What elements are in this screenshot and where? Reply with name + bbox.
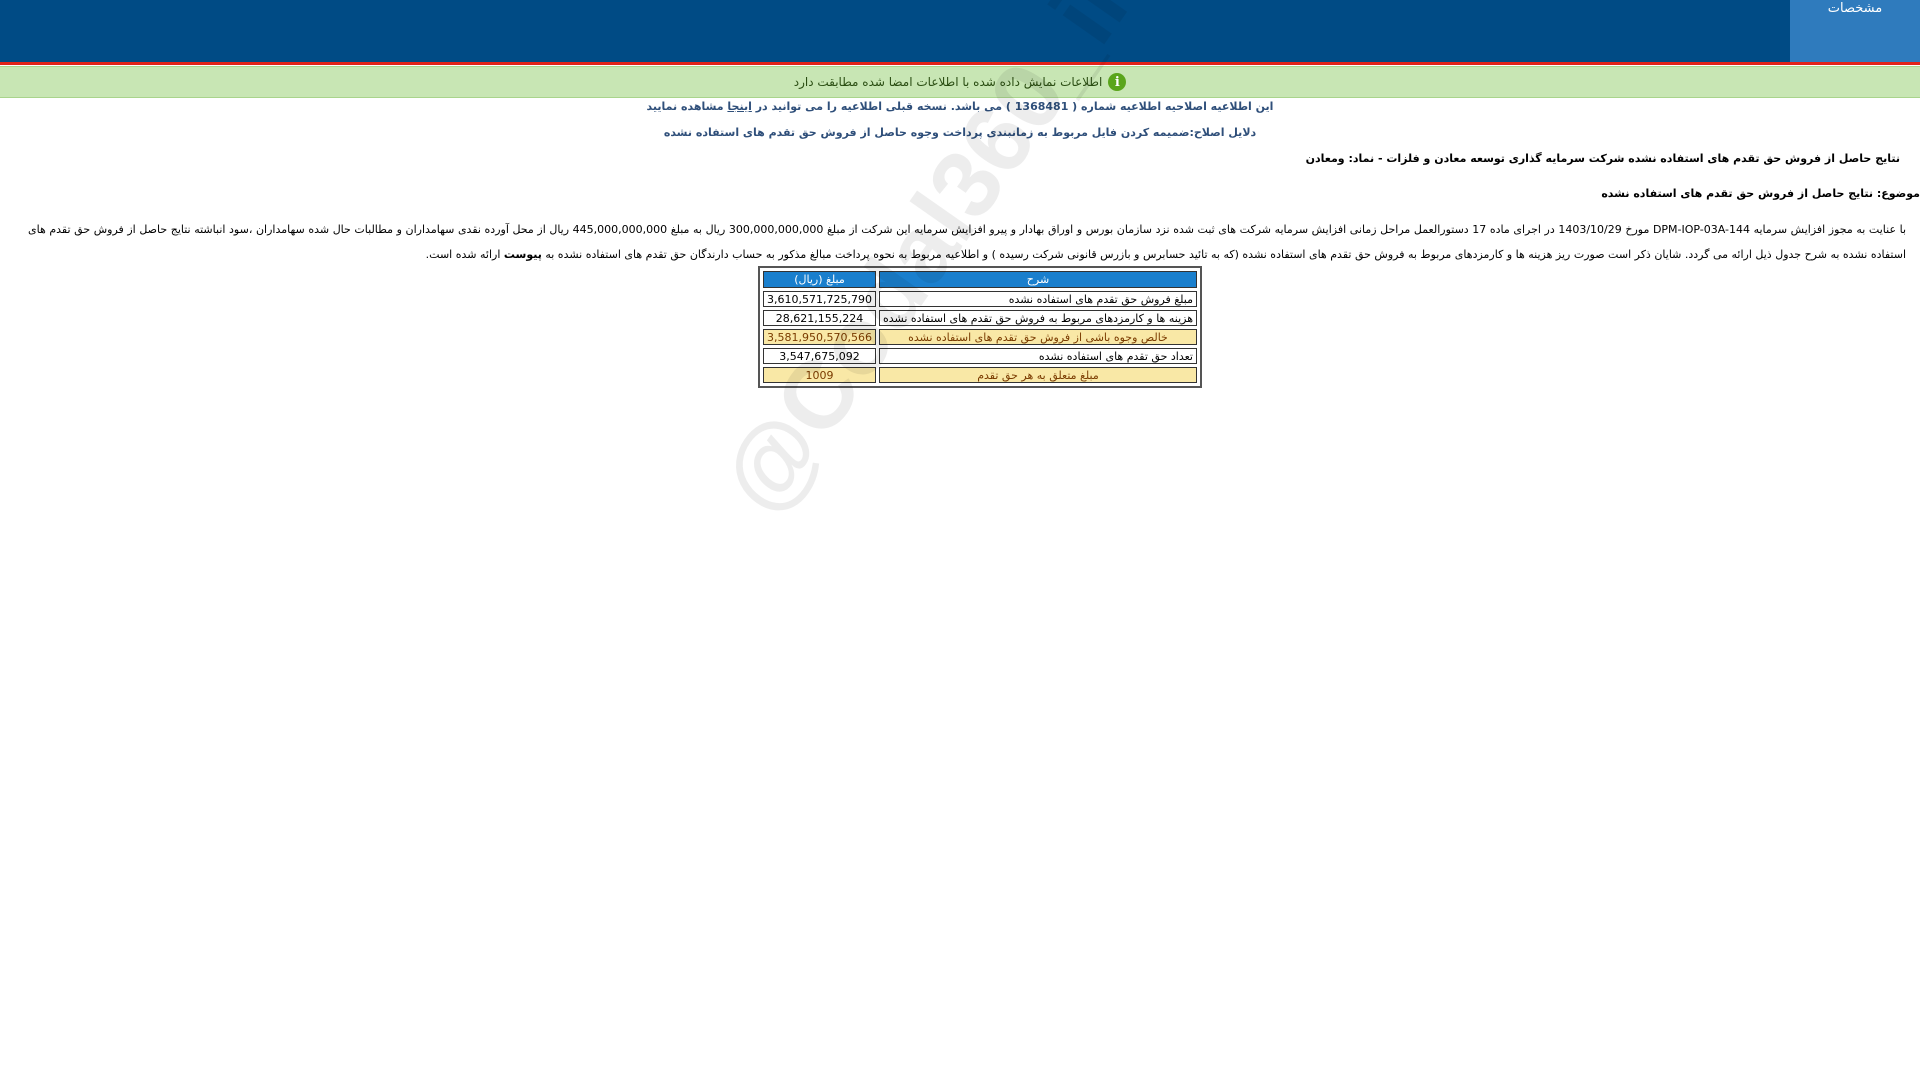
row-amount: 3,610,571,725,790 — [763, 291, 876, 307]
body-paragraph: با عنایت به مجوز افزایش سرمایه DPM-IOP-0… — [28, 217, 1906, 267]
column-header-description: شرح — [878, 271, 1197, 288]
row-description: مبلغ متعلق به هر حق تقدم — [878, 367, 1197, 383]
page-title: نتایج حاصل از فروش حق تقدم های استفاده ن… — [1305, 152, 1900, 165]
row-amount: 3,581,950,570,566 — [763, 329, 876, 345]
body-text-end: ارائه شده است. — [425, 248, 504, 261]
table-row: هزینه ها و کارمزدهای مربوط به فروش حق تق… — [763, 310, 1197, 326]
table-row: مبلغ فروش حق تقدم های استفاده نشده 3,610… — [763, 291, 1197, 307]
row-amount: 3,547,675,092 — [763, 348, 876, 364]
verification-notice: i اطلاعات نمایش داده شده با اطلاعات امضا… — [0, 66, 1920, 98]
table-header-row: شرح مبلغ (ریال) — [763, 271, 1197, 288]
previous-version-link[interactable]: اینجا — [727, 100, 751, 113]
tab-specifications[interactable]: مشخصات — [1790, 0, 1920, 62]
subject-line: موضوع: نتایج حاصل از فروش حق تقدم های اس… — [1601, 187, 1920, 200]
row-description: مبلغ فروش حق تقدم های استفاده نشده — [878, 291, 1197, 307]
correction-reason: دلایل اصلاح:ضمیمه کردن فایل مربوط به زما… — [663, 126, 1257, 139]
row-description: تعداد حق تقدم های استفاده نشده — [878, 348, 1197, 364]
results-table: شرح مبلغ (ریال) مبلغ فروش حق تقدم های اس… — [758, 266, 1202, 388]
correction-suffix: مشاهده نمایید — [646, 100, 728, 113]
row-amount: 28,621,155,224 — [763, 310, 876, 326]
notice-text: اطلاعات نمایش داده شده با اطلاعات امضا ش… — [793, 75, 1103, 89]
attachment-word: پیوست — [503, 248, 542, 261]
table-row-highlighted: خالص وجوه باشی از فروش حق تقدم های استفا… — [763, 329, 1197, 345]
column-header-amount: مبلغ (ریال) — [763, 271, 876, 288]
row-description: خالص وجوه باشی از فروش حق تقدم های استفا… — [878, 329, 1197, 345]
table-row: تعداد حق تقدم های استفاده نشده 3,547,675… — [763, 348, 1197, 364]
info-icon: i — [1108, 73, 1127, 91]
correction-notice: این اطلاعیه اصلاحیه اطلاعیه شماره ( 1368… — [0, 100, 1920, 113]
row-amount: 1009 — [763, 367, 876, 383]
body-text-main: با عنایت به مجوز افزایش سرمایه DPM-IOP-0… — [28, 223, 1907, 261]
table-row-highlighted: مبلغ متعلق به هر حق تقدم 1009 — [763, 367, 1197, 383]
top-header-bar: مشخصات — [0, 0, 1920, 65]
correction-prefix: این اطلاعیه اصلاحیه اطلاعیه شماره ( 1368… — [751, 100, 1274, 113]
row-description: هزینه ها و کارمزدهای مربوط به فروش حق تق… — [878, 310, 1197, 326]
